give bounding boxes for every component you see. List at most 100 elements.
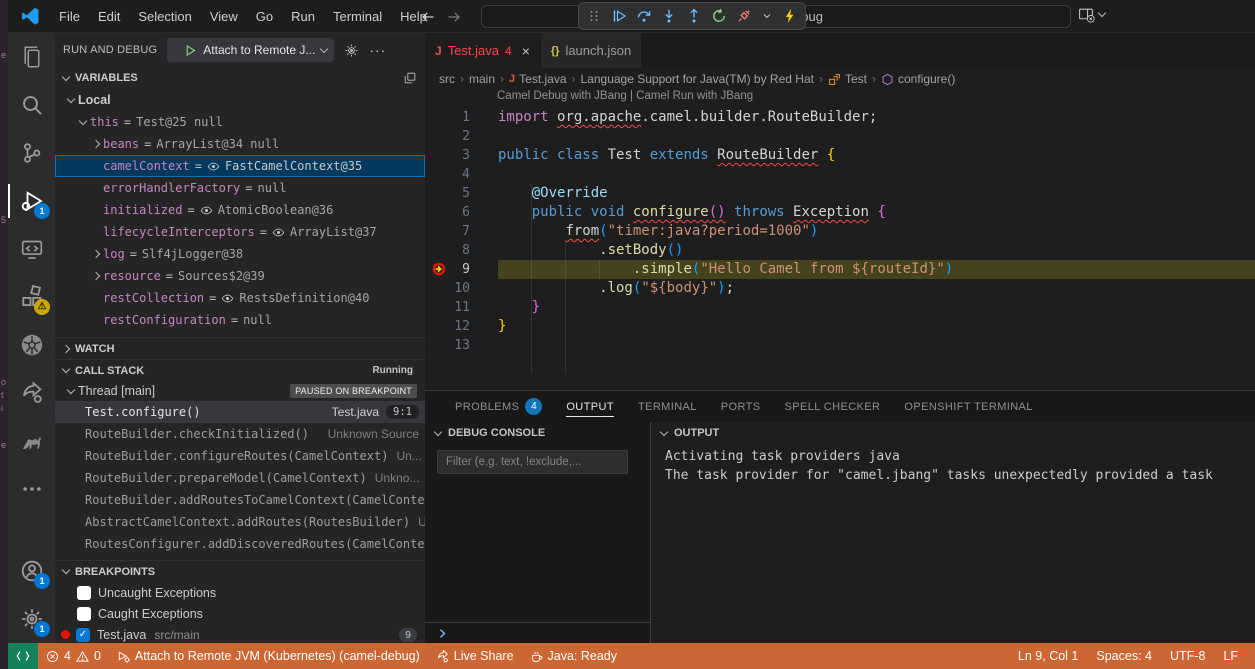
- variable-row-camelContext[interactable]: camelContext=FastCamelContext@35: [55, 155, 425, 177]
- java-status[interactable]: Java: Ready: [522, 643, 625, 669]
- panel-tab-spell-checker[interactable]: SPELL CHECKER: [785, 391, 881, 422]
- breakpoint-row[interactable]: ✓Test.javasrc/main9: [55, 624, 425, 643]
- stack-frame-row[interactable]: RouteBuilder.prepareModel(CamelContext)U…: [55, 467, 425, 489]
- editor-gutter[interactable]: 7: [425, 222, 498, 241]
- editor-gutter[interactable]: 10: [425, 279, 498, 298]
- editor-gutter[interactable]: 13: [425, 336, 498, 355]
- variable-row-initialized[interactable]: initialized=AtomicBoolean@36: [55, 199, 425, 221]
- panel-tab-ports[interactable]: PORTS: [721, 391, 761, 422]
- back-button[interactable]: [420, 9, 436, 25]
- editor-gutter[interactable]: 2: [425, 127, 498, 146]
- panel-tab-openshift-terminal[interactable]: OPENSHIFT TERMINAL: [904, 391, 1032, 422]
- close-icon[interactable]: ×: [522, 43, 530, 59]
- stack-frame-row[interactable]: RouteBuilder.checkInitialized()Unknown S…: [55, 423, 425, 445]
- chevron-down-icon[interactable]: [63, 390, 78, 393]
- breadcrumb-item[interactable]: Language Support for Java(TM) by Red Hat: [581, 72, 814, 86]
- variable-row-this[interactable]: this=Test@25 null: [55, 111, 425, 133]
- restart-button[interactable]: [711, 8, 727, 24]
- forward-button[interactable]: [446, 9, 462, 25]
- breakpoint-checkbox[interactable]: [77, 586, 91, 600]
- variables-section-header[interactable]: VARIABLES: [55, 67, 425, 89]
- customize-layout-button[interactable]: [1078, 6, 1105, 23]
- code-line-7[interactable]: 7 from("timer:java?period=1000"): [425, 222, 1255, 241]
- breadcrumb-item[interactable]: Test: [828, 72, 867, 86]
- activity-extensions[interactable]: ⚠: [8, 273, 55, 321]
- stack-frame-row[interactable]: Test.configure()Test.java9:1: [55, 401, 425, 423]
- editor-gutter[interactable]: 1: [425, 108, 498, 127]
- editor-gutter[interactable]: 9: [425, 260, 498, 279]
- debug-console-input[interactable]: [425, 622, 650, 644]
- breadcrumb-item[interactable]: src: [439, 72, 455, 86]
- code-line-12[interactable]: 12}: [425, 317, 1255, 336]
- chevron-down-icon[interactable]: [75, 121, 90, 124]
- variable-row-restCollection[interactable]: restCollection=RestsDefinition@40: [55, 287, 425, 309]
- panel-tab-terminal[interactable]: TERMINAL: [638, 391, 697, 422]
- stack-frame-row[interactable]: RoutesConfigurer.addDiscoveredRoutes(Cam…: [55, 533, 425, 555]
- editor-gutter[interactable]: 8: [425, 241, 498, 260]
- activity-settings[interactable]: 1: [8, 595, 55, 643]
- editor-gutter[interactable]: 5: [425, 184, 498, 203]
- menu-go[interactable]: Go: [247, 5, 282, 28]
- open-panel-icon[interactable]: [403, 71, 417, 85]
- activity-more[interactable]: [8, 465, 55, 513]
- debug-console-header[interactable]: DEBUG CONSOLE: [425, 422, 650, 444]
- call-stack-section-header[interactable]: CALL STACK Running: [55, 359, 425, 381]
- live-share-status[interactable]: Live Share: [428, 643, 522, 669]
- editor-gutter[interactable]: 4: [425, 165, 498, 184]
- variable-row-lifecycleInterceptors[interactable]: lifecycleInterceptors=ArrayList@37: [55, 221, 425, 243]
- activity-run-and-debug[interactable]: 1: [8, 177, 55, 225]
- menu-file[interactable]: File: [50, 5, 89, 28]
- codelens-links[interactable]: Camel Debug with JBang | Camel Run with …: [425, 90, 1255, 108]
- panel-tab-output[interactable]: OUTPUT: [566, 391, 614, 422]
- activity-remote-explorer[interactable]: [8, 225, 55, 273]
- menu-selection[interactable]: Selection: [129, 5, 200, 28]
- problems-status-button[interactable]: 4 0: [38, 643, 109, 669]
- menu-edit[interactable]: Edit: [89, 5, 129, 28]
- code-line-5[interactable]: 5 @Override: [425, 184, 1255, 203]
- code-line-8[interactable]: 8 .setBody(): [425, 241, 1255, 260]
- breadcrumb-item[interactable]: main: [469, 72, 495, 86]
- breadcrumb-item[interactable]: JTest.java: [509, 72, 566, 86]
- code-line-10[interactable]: 10 .log("${body}");: [425, 279, 1255, 298]
- breakpoint-checkbox[interactable]: [77, 607, 91, 621]
- continue-button[interactable]: [611, 8, 627, 24]
- debug-console-filter-input[interactable]: [437, 450, 628, 474]
- variable-row-log[interactable]: log=Slf4jLogger@38: [55, 243, 425, 265]
- disconnect-chevron-icon[interactable]: [761, 10, 773, 22]
- menu-terminal[interactable]: Terminal: [324, 5, 391, 28]
- variable-row-errorHandlerFactory[interactable]: errorHandlerFactory=null: [55, 177, 425, 199]
- code-line-11[interactable]: 11 }: [425, 298, 1255, 317]
- breakpoint-row[interactable]: Caught Exceptions: [55, 603, 425, 624]
- start-debug-icon[interactable]: [184, 44, 197, 57]
- launch-config-select[interactable]: Attach to Remote J...: [167, 38, 334, 62]
- debug-target-status[interactable]: Attach to Remote JVM (Kubernetes) (camel…: [109, 643, 428, 669]
- step-out-button[interactable]: [686, 8, 702, 24]
- stack-frame-row[interactable]: RouteBuilder.configureRoutes(CamelContex…: [55, 445, 425, 467]
- disconnect-button[interactable]: [736, 8, 752, 24]
- editor-gutter[interactable]: 3: [425, 146, 498, 165]
- code-line-13[interactable]: 13: [425, 336, 1255, 355]
- panel-tab-problems[interactable]: PROBLEMS4: [455, 391, 542, 422]
- code-line-1[interactable]: 1import org.apache.camel.builder.RouteBu…: [425, 108, 1255, 127]
- activity-source-control[interactable]: [8, 129, 55, 177]
- variable-row-beans[interactable]: beans=ArrayList@34 null: [55, 133, 425, 155]
- code-line-3[interactable]: 3public class Test extends RouteBuilder …: [425, 146, 1255, 165]
- output-header[interactable]: OUTPUT: [651, 422, 1255, 444]
- step-over-button[interactable]: [636, 8, 652, 24]
- status-cursor-position[interactable]: Ln 9, Col 1: [1009, 649, 1087, 663]
- variables-scope-local[interactable]: Local: [55, 89, 425, 111]
- activity-live-share[interactable]: [8, 369, 55, 417]
- views-more-actions-button[interactable]: ···: [369, 42, 386, 58]
- chevron-right-icon[interactable]: [88, 251, 103, 257]
- variable-row-restConfiguration[interactable]: restConfiguration=null: [55, 309, 425, 331]
- editor-gutter[interactable]: 6: [425, 203, 498, 222]
- status-indentation[interactable]: Spaces: 4: [1087, 649, 1161, 663]
- code-line-9[interactable]: 9 .simple("Hello Camel from ${routeId}"): [425, 260, 1255, 279]
- step-into-button[interactable]: [661, 8, 677, 24]
- code-area[interactable]: 1import org.apache.camel.builder.RouteBu…: [425, 108, 1255, 355]
- editor-tab-test-java[interactable]: JTest.java4×: [425, 33, 541, 68]
- activity-kubernetes[interactable]: [8, 321, 55, 369]
- variable-row-resource[interactable]: resource=Sources$2@39: [55, 265, 425, 287]
- stack-frame-row[interactable]: RouteBuilder.addRoutesToCamelContext(Cam…: [55, 489, 425, 511]
- activity-search[interactable]: [8, 81, 55, 129]
